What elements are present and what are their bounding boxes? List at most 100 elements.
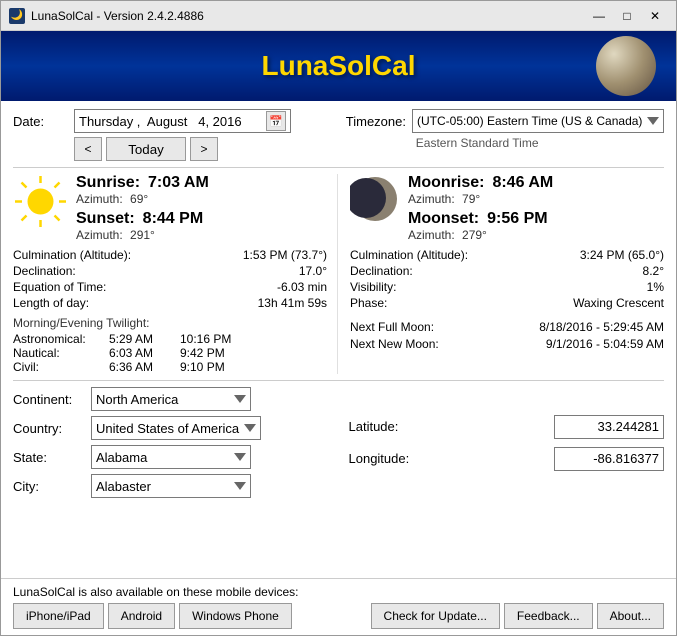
next-new-moon-label: Next New Moon: — [350, 337, 439, 351]
twilight-civil-label: Civil: — [13, 360, 103, 374]
moon-culmination-label: Culmination (Altitude): — [350, 248, 468, 262]
next-new-moon: Next New Moon: 9/1/2016 - 5:04:59 AM — [350, 337, 664, 351]
timezone-select[interactable]: (UTC-05:00) Eastern Time (US & Canada) — [412, 109, 664, 133]
feedback-button[interactable]: Feedback... — [504, 603, 593, 629]
twilight-astro-label: Astronomical: — [13, 332, 103, 346]
sunset-label: Sunset: — [76, 210, 135, 228]
twilight-section: Morning/Evening Twilight: Astronomical: … — [13, 316, 327, 374]
sunset-row: Sunset: 8:44 PM — [76, 210, 209, 228]
moon-visibility: Visibility: 1% — [350, 280, 664, 294]
sun-declination-val: 17.0° — [299, 264, 327, 278]
divider-2 — [13, 380, 664, 381]
sun-eq-time-label: Equation of Time: — [13, 280, 106, 294]
calendar-button[interactable]: 📅 — [266, 111, 286, 131]
state-row: State: Alabama — [13, 445, 329, 469]
sunset-time: 8:44 PM — [143, 210, 203, 228]
moon-culmination: Culmination (Altitude): 3:24 PM (65.0°) — [350, 248, 664, 262]
window-title: LunaSolCal - Version 2.4.2.4886 — [31, 9, 586, 23]
twilight-civil: Civil: 6:36 AM 9:10 PM — [13, 360, 327, 374]
iphone-button[interactable]: iPhone/iPad — [13, 603, 104, 629]
twilight-title: Morning/Evening Twilight: — [13, 316, 327, 330]
longitude-label: Longitude: — [349, 451, 429, 466]
date-nav-row: < Today > — [74, 137, 291, 161]
next-full-moon-label: Next Full Moon: — [350, 320, 434, 334]
next-full-moon-val: 8/18/2016 - 5:29:45 AM — [539, 320, 664, 334]
location-dropdowns: Continent: North America Country: United… — [13, 387, 329, 498]
sunrise-az-label: Azimuth: — [76, 192, 123, 206]
check-update-button[interactable]: Check for Update... — [371, 603, 500, 629]
mobile-buttons: iPhone/iPad Android Windows Phone — [13, 603, 292, 629]
moon-declination: Declination: 8.2° — [350, 264, 664, 278]
sun-icon — [13, 174, 68, 232]
latitude-input[interactable] — [554, 415, 664, 439]
header-banner: LunaSolCal — [1, 31, 676, 101]
moon-visibility-val: 1% — [647, 280, 664, 294]
footer-mobile-text: LunaSolCal is also available on these mo… — [13, 585, 664, 599]
moonset-az-row: Azimuth: 279° — [408, 228, 553, 242]
moon-declination-label: Declination: — [350, 264, 413, 278]
app-icon: 🌙 — [9, 8, 25, 24]
date-field[interactable] — [79, 114, 264, 129]
next-new-moon-val: 9/1/2016 - 5:04:59 AM — [546, 337, 664, 351]
twilight-nautical: Nautical: 6:03 AM 9:42 PM — [13, 346, 327, 360]
twilight-civil-morning: 6:36 AM — [109, 360, 174, 374]
next-date-button[interactable]: > — [190, 137, 218, 161]
moonset-az-label: Azimuth: — [408, 228, 455, 242]
country-label: Country: — [13, 421, 83, 436]
longitude-row: Longitude: — [349, 447, 665, 471]
sun-rise-set: Sunrise: 7:03 AM Azimuth: 69° Sunset: 8:… — [13, 174, 327, 242]
longitude-input[interactable] — [554, 447, 664, 471]
sunrise-az-row: Azimuth: 69° — [76, 192, 209, 206]
action-buttons: Check for Update... Feedback... About... — [371, 603, 664, 629]
sun-day-length-label: Length of day: — [13, 296, 89, 310]
state-select[interactable]: Alabama — [91, 445, 251, 469]
sun-declination: Declination: 17.0° — [13, 264, 327, 278]
sun-culmination-val: 1:53 PM (73.7°) — [243, 248, 327, 262]
continent-select[interactable]: North America — [91, 387, 251, 411]
coordinates-section: Latitude: Longitude: — [349, 387, 665, 498]
sun-moon-section: Sunrise: 7:03 AM Azimuth: 69° Sunset: 8:… — [13, 174, 664, 374]
sunset-az-label: Azimuth: — [76, 228, 123, 242]
date-label: Date: — [13, 114, 68, 129]
about-button[interactable]: About... — [597, 603, 664, 629]
sunrise-label: Sunrise: — [76, 174, 140, 192]
moon-section: Moonrise: 8:46 AM Azimuth: 79° Moonset: … — [337, 174, 664, 374]
country-row: Country: United States of America — [13, 416, 329, 440]
moonrise-label: Moonrise: — [408, 174, 484, 192]
sun-info: Sunrise: 7:03 AM Azimuth: 69° Sunset: 8:… — [76, 174, 209, 242]
moon-declination-val: 8.2° — [643, 264, 664, 278]
date-input-group: 📅 — [74, 109, 291, 133]
minimize-button[interactable]: — — [586, 6, 612, 26]
sun-details: Culmination (Altitude): 1:53 PM (73.7°) … — [13, 248, 327, 310]
twilight-astronomical: Astronomical: 5:29 AM 10:16 PM — [13, 332, 327, 346]
city-row: City: Alabaster — [13, 474, 329, 498]
moon-culmination-val: 3:24 PM (65.0°) — [580, 248, 664, 262]
moon-phase: Phase: Waxing Crescent — [350, 296, 664, 310]
sun-eq-time: Equation of Time: -6.03 min — [13, 280, 327, 294]
latitude-label: Latitude: — [349, 419, 429, 434]
timezone-section: Timezone: (UTC-05:00) Eastern Time (US &… — [346, 109, 664, 150]
android-button[interactable]: Android — [108, 603, 175, 629]
latitude-row: Latitude: — [349, 415, 665, 439]
date-input-row: Date: 📅 — [13, 109, 291, 133]
twilight-nautical-morning: 6:03 AM — [109, 346, 174, 360]
maximize-button[interactable]: □ — [614, 6, 640, 26]
country-select[interactable]: United States of America — [91, 416, 261, 440]
sun-culmination: Culmination (Altitude): 1:53 PM (73.7°) — [13, 248, 327, 262]
close-button[interactable]: ✕ — [642, 6, 668, 26]
moonset-row: Moonset: 9:56 PM — [408, 210, 553, 228]
app-title: LunaSolCal — [261, 50, 415, 82]
moonset-time: 9:56 PM — [487, 210, 547, 228]
moonrise-az-label: Azimuth: — [408, 192, 455, 206]
prev-date-button[interactable]: < — [74, 137, 102, 161]
moonrise-az-row: Azimuth: 79° — [408, 192, 553, 206]
today-button[interactable]: Today — [106, 137, 186, 161]
city-label: City: — [13, 479, 83, 494]
city-select[interactable]: Alabaster — [91, 474, 251, 498]
twilight-astro-morning: 5:29 AM — [109, 332, 174, 346]
next-full-moon: Next Full Moon: 8/18/2016 - 5:29:45 AM — [350, 320, 664, 334]
twilight-civil-evening: 9:10 PM — [180, 360, 225, 374]
windows-phone-button[interactable]: Windows Phone — [179, 603, 292, 629]
timezone-sub: Eastern Standard Time — [416, 136, 664, 150]
sunrise-time: 7:03 AM — [148, 174, 209, 192]
